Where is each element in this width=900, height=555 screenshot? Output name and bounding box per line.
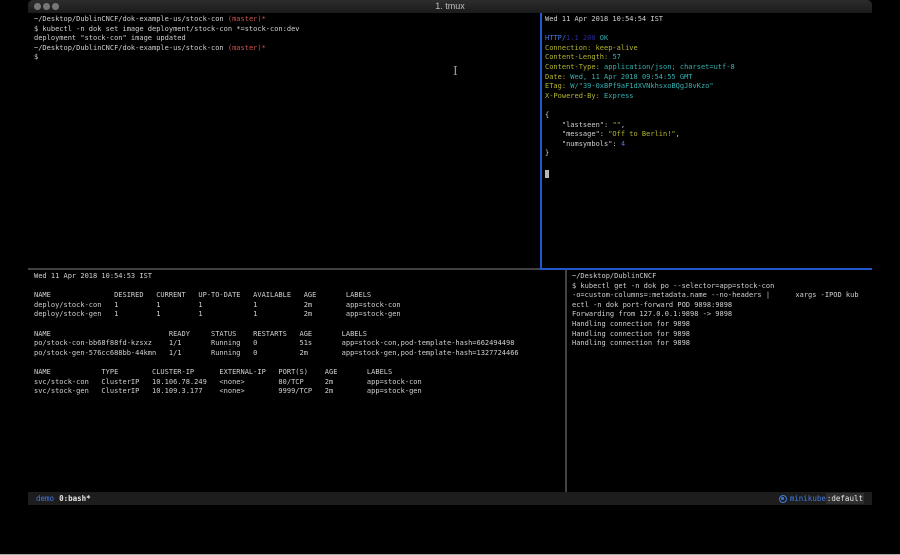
terminal-line: svc/stock-con ClusterIP 10.106.78.249 <n… [34,378,563,388]
terminal-line: ~/Desktop/DublinCNCF/dok-example-us/stoc… [34,15,538,25]
terminal-line: "lastseen": "", [545,121,870,131]
terminal-line [34,320,563,330]
terminal-line: $ [34,53,538,63]
terminal-line: Wed 11 Apr 2018 10:54:54 IST [545,15,870,25]
terminal-line: Content-Type: application/json; charset=… [545,63,870,73]
status-right: minikube :default [779,493,864,504]
terminal-line: svc/stock-gen ClusterIP 10.109.3.177 <no… [34,387,563,397]
tmux-status-bar: demo 0:bash* minikube :default [28,492,872,505]
pane-bottom-right[interactable]: ~/Desktop/DublinCNCF$ kubectl get -n dok… [572,272,870,492]
session-name: demo [36,494,54,503]
terminal-line [545,159,870,169]
tmux-session: ~/Desktop/DublinCNCF/dok-example-us/stoc… [28,13,872,492]
terminal-line: ~/Desktop/DublinCNCF [572,272,870,282]
terminal-line: NAME TYPE CLUSTER-IP EXTERNAL-IP PORT(S)… [34,368,563,378]
terminal-line: Connection: keep-alive [545,44,870,54]
pane-bottom-left[interactable]: Wed 11 Apr 2018 10:54:53 IST NAME DESIRE… [34,272,563,492]
terminal-line: NAME DESIRED CURRENT UP-TO-DATE AVAILABL… [34,291,563,301]
screen: 1. tmux ~/Desktop/DublinCNCF/dok-example… [0,0,900,555]
terminal-line [545,169,870,179]
terminal-line [34,358,563,368]
window-tab-bash[interactable]: 0:bash* [59,494,91,503]
terminal-line: Wed 11 Apr 2018 10:54:53 IST [34,272,563,282]
terminal-line: Handling connection for 9898 [572,320,870,330]
window-title: 1. tmux [28,1,872,11]
mouse-cursor-ibeam-icon: I [453,64,458,78]
terminal-line: "numsymbols": 4 [545,140,870,150]
terminal-line: po/stock-con-bb68f88fd-kzsxz 1/1 Running… [34,339,563,349]
terminal-line: ETag: W/"39-0xBPf9aF1dXVNkhsxoBQgJ8vKzo" [545,82,870,92]
terminal-line [545,101,870,111]
terminal-line: Content-Length: 57 [545,53,870,63]
terminal-line: } [545,149,870,159]
terminal-line [34,282,563,292]
terminal-line: NAME READY STATUS RESTARTS AGE LABELS [34,330,563,340]
terminal-line: Forwarding from 127.0.0.1:9898 -> 9898 [572,310,870,320]
terminal-line: -o=custom-columns=:metadata.name --no-he… [572,291,870,301]
terminal-line: "message": "Off to Berlin!", [545,130,870,140]
terminal-line: HTTP/1.1 200 OK [545,34,870,44]
text-cursor [545,170,549,178]
kubernetes-wheel-icon [779,495,787,503]
kube-context: minikube [790,494,826,503]
pane-top-left[interactable]: ~/Desktop/DublinCNCF/dok-example-us/stoc… [34,15,538,266]
terminal-line: { [545,111,870,121]
terminal-line: Handling connection for 9898 [572,339,870,349]
pane-border-vertical-bottom[interactable] [565,270,567,492]
terminal-window: 1. tmux ~/Desktop/DublinCNCF/dok-example… [28,0,872,505]
terminal-line: Handling connection for 9898 [572,330,870,340]
terminal-line: ectl -n dok port-forward POD 9898:9898 [572,301,870,311]
pane-border-horizontal-right-active[interactable] [540,268,872,270]
terminal-line: X-Powered-By: Express [545,92,870,102]
kube-namespace: :default [826,493,864,504]
terminal-line: $ kubectl -n dok set image deployment/st… [34,25,538,35]
pane-border-horizontal-left[interactable] [28,268,540,270]
pane-top-right-active[interactable]: Wed 11 Apr 2018 10:54:54 IST HTTP/1.1 20… [545,15,870,266]
terminal-line: $ kubectl get -n dok po --selector=app=s… [572,282,870,292]
terminal-line: ~/Desktop/DublinCNCF/dok-example-us/stoc… [34,44,538,54]
status-left: demo 0:bash* [36,494,91,503]
terminal-line: deploy/stock-gen 1 1 1 1 2m app=stock-ge… [34,310,563,320]
title-bar[interactable]: 1. tmux [28,0,872,14]
terminal-line: po/stock-gen-576cc688bb-44kmn 1/1 Runnin… [34,349,563,359]
terminal-line: Date: Wed, 11 Apr 2018 09:54:55 GMT [545,73,870,83]
terminal-line: deploy/stock-con 1 1 1 1 2m app=stock-co… [34,301,563,311]
terminal-line: deployment "stock-con" image updated [34,34,538,44]
terminal-line [545,25,870,35]
pane-border-vertical-top-active[interactable] [540,13,542,269]
